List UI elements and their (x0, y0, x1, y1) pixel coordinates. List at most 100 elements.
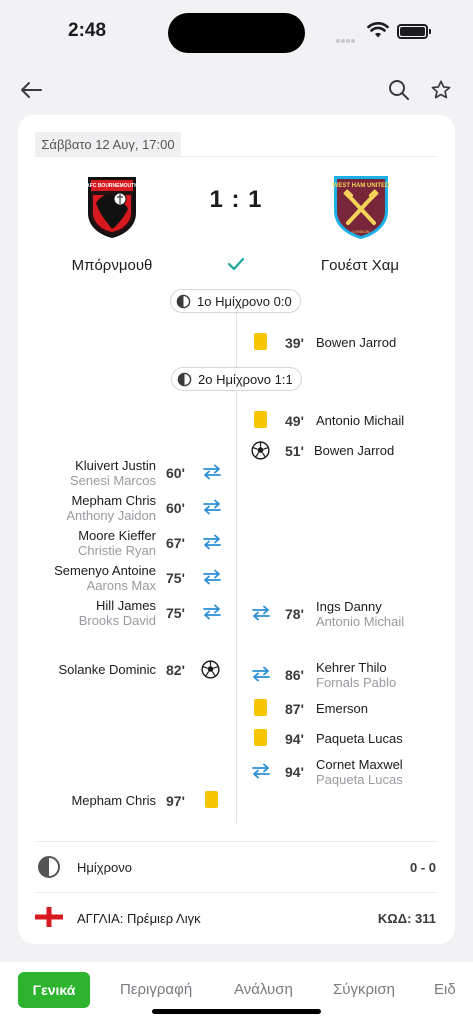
event-player-in: Kluivert Justin (75, 458, 156, 473)
event-player-in: Cornet Maxwel (316, 757, 403, 772)
halftime-score: 0 - 0 (409, 860, 436, 875)
event-player-in: Semenyo Antoine (54, 563, 156, 578)
battery-nub (429, 29, 431, 34)
event-player-out: Christie Ryan (77, 543, 156, 558)
event-minute: 94' (285, 731, 304, 747)
substitution-players[interactable]: Mepham Chris Anthony Jaidon (20, 493, 156, 523)
match-code: ΚΩΔ: 311 (377, 911, 436, 926)
away-crest-sub: LONDON (352, 229, 369, 234)
event-player[interactable]: Solanke Dominic (20, 662, 156, 677)
match-date: Σάββατο 12 Αυγ, 17:00 (35, 132, 181, 156)
event-minute: 78' (285, 606, 304, 622)
event-player-out: Brooks David (78, 613, 156, 628)
event-minute: 60' (166, 500, 185, 516)
event-minute: 75' (166, 605, 185, 621)
event-minute: 67' (166, 535, 185, 551)
event-minute: 82' (166, 662, 185, 678)
tab-general[interactable]: Γενικά (18, 972, 90, 1008)
event-minute: 94' (285, 764, 304, 780)
event-player[interactable]: Emerson (316, 701, 368, 716)
substitution-players[interactable]: Ings Danny Antonio Michail (316, 599, 404, 629)
event-player-in: Kehrer Thilo (316, 660, 387, 675)
substitution-icon (251, 605, 271, 621)
substitution-icon (202, 464, 222, 480)
second-half-chip: 2ο Ημίχρονο 1:1 (171, 367, 302, 391)
event-minute: 60' (166, 465, 185, 481)
yellow-card-icon (254, 729, 267, 746)
away-crest-text: WEST HAM UNITED (333, 183, 390, 189)
status-time: 2:48 (68, 20, 107, 41)
event-minute: 49' (285, 413, 304, 429)
star-icon[interactable] (428, 77, 454, 103)
england-flag-icon (35, 907, 63, 932)
battery-icon (397, 24, 428, 39)
substitution-icon (251, 763, 271, 779)
substitution-players[interactable]: Moore Kieffer Christie Ryan (20, 528, 156, 558)
cellular-signal-icon (336, 30, 356, 48)
home-team-crest[interactable]: AFC BOURNEMOUTH (84, 173, 140, 244)
event-minute: 75' (166, 570, 185, 586)
event-minute: 87' (285, 701, 304, 717)
half-time-icon (37, 855, 61, 884)
event-minute: 97' (166, 793, 185, 809)
home-team-name[interactable]: Μπόρνμουθ (37, 257, 187, 274)
yellow-card-icon (254, 699, 267, 716)
event-minute: 51' (285, 443, 304, 459)
event-player-in: Ings Danny (316, 599, 382, 614)
substitution-icon (202, 534, 222, 550)
divider (35, 892, 438, 893)
event-player-out: Aarons Max (86, 578, 156, 593)
tab-more[interactable]: Ειδ (434, 981, 473, 998)
event-player[interactable]: Mepham Chris (20, 793, 156, 808)
tab-description[interactable]: Περιγραφή (120, 981, 192, 998)
tab-comparison[interactable]: Σύγκριση (333, 981, 395, 998)
checkmark-icon (226, 255, 246, 278)
first-half-chip: 1ο Ημίχρονο 0:0 (170, 289, 301, 313)
second-half-label: 2ο Ημίχρονο 1:1 (198, 371, 293, 387)
soccer-ball-icon (251, 441, 270, 460)
substitution-players[interactable]: Semenyo Antoine Aarons Max (20, 563, 156, 593)
event-player-in: Hill James (96, 598, 156, 613)
league-name[interactable]: ΑΓΓΛΙΑ: Πρέμιερ Λιγκ (77, 911, 201, 926)
event-player[interactable]: Bowen Jarrod (316, 335, 396, 350)
divider (35, 156, 438, 157)
half-time-icon (176, 294, 191, 308)
home-crest-text: AFC BOURNEMOUTH (86, 183, 138, 189)
substitution-players[interactable]: Kehrer Thilo Fornals Pablo (316, 660, 396, 690)
dynamic-island (168, 13, 305, 53)
event-minute: 39' (285, 335, 304, 351)
event-player-in: Moore Kieffer (78, 528, 156, 543)
event-minute: 86' (285, 667, 304, 683)
yellow-card-icon (254, 411, 267, 428)
back-arrow-icon[interactable] (18, 77, 44, 103)
tab-analysis[interactable]: Ανάλυση (234, 981, 293, 998)
substitution-icon (251, 666, 271, 682)
match-score: 1 : 1 (209, 186, 263, 213)
event-player-out: Anthony Jaidon (66, 508, 156, 523)
divider (35, 841, 438, 842)
substitution-icon (202, 604, 222, 620)
search-icon[interactable] (386, 77, 412, 103)
event-player[interactable]: Antonio Michail (316, 413, 404, 428)
event-player-in: Mepham Chris (71, 493, 156, 508)
yellow-card-icon (205, 791, 218, 808)
soccer-ball-icon (201, 660, 220, 679)
substitution-icon (202, 499, 222, 515)
away-team-name[interactable]: Γουέστ Χαμ (285, 257, 435, 274)
event-player[interactable]: Bowen Jarrod (314, 443, 394, 458)
event-player-out: Senesi Marcos (70, 473, 156, 488)
event-player-out: Antonio Michail (316, 614, 405, 629)
event-player[interactable]: Paqueta Lucas (316, 731, 403, 746)
substitution-players[interactable]: Hill James Brooks David (20, 598, 156, 628)
away-team-crest[interactable]: WEST HAM UNITED LONDON (331, 173, 391, 246)
event-player-out: Fornals Pablo (316, 675, 397, 690)
halftime-label: Ημίχρονο (77, 860, 132, 875)
event-player-out: Paqueta Lucas (316, 772, 403, 787)
yellow-card-icon (254, 333, 267, 350)
substitution-players[interactable]: Cornet Maxwel Paqueta Lucas (316, 757, 403, 787)
first-half-label: 1ο Ημίχρονο 0:0 (197, 293, 292, 309)
substitution-players[interactable]: Kluivert Justin Senesi Marcos (20, 458, 156, 488)
home-indicator[interactable] (152, 1009, 321, 1014)
half-time-icon (177, 372, 192, 386)
substitution-icon (202, 569, 222, 585)
